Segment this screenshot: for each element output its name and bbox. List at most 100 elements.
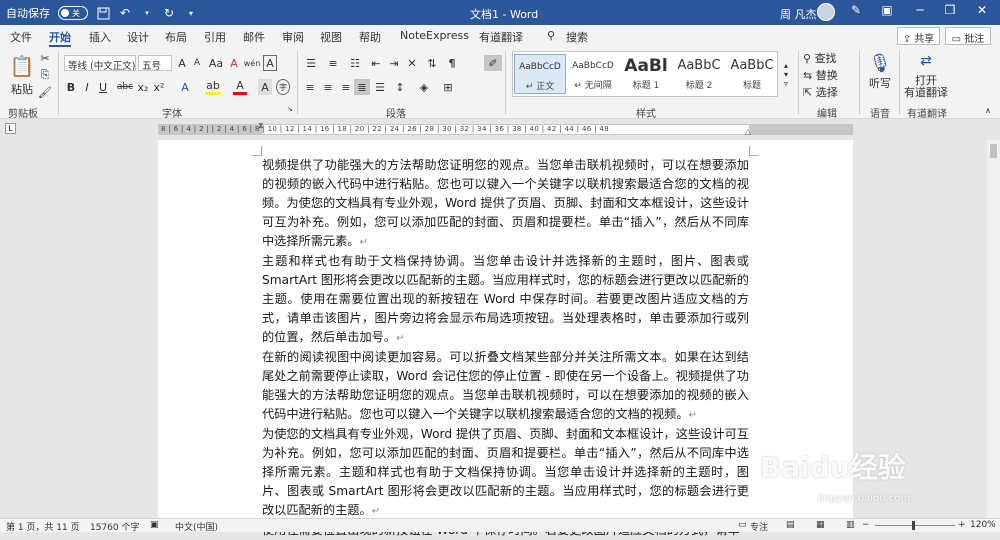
comment-button[interactable]: ▭ 批注 — [945, 27, 991, 45]
print-layout-icon[interactable]: ▦ — [816, 520, 825, 530]
align-center-icon[interactable]: ≡ — [320, 79, 336, 95]
decrease-indent-icon[interactable]: ⇤ — [368, 55, 384, 71]
tab-layout[interactable]: 布局 — [165, 29, 187, 45]
zoom-slider[interactable] — [875, 525, 955, 526]
shading-icon[interactable]: ◈ — [416, 79, 432, 95]
restore-icon[interactable]: ❐ — [940, 3, 960, 21]
text-effects-icon[interactable]: A — [178, 79, 192, 95]
tab-insert[interactable]: 插入 — [89, 29, 111, 45]
dictate-label[interactable]: 听写 — [865, 77, 895, 90]
zoom-out-icon[interactable]: − — [862, 520, 870, 530]
undo-icon[interactable]: ↶ — [118, 6, 132, 20]
style-no-spacing[interactable]: AaBbCcD ↵ 无间隔 — [567, 54, 619, 94]
ribbon-display-icon[interactable]: ▣ — [877, 3, 897, 21]
char-border-icon[interactable]: A — [263, 55, 277, 71]
close-icon[interactable]: ✕ — [972, 3, 992, 21]
tab-help[interactable]: 帮助 — [359, 29, 381, 45]
document-body[interactable]: 视频提供了功能强大的方法帮助您证明您的观点。当您单击联机视频时，可以在想要添加的… — [262, 156, 749, 540]
tab-youdao[interactable]: 有道翻译 — [479, 29, 523, 45]
align-right-icon[interactable]: ≡ — [338, 79, 354, 95]
redo-icon[interactable]: ↻ — [162, 6, 176, 20]
user-name[interactable]: 周 凡杰 — [780, 6, 817, 22]
share-button[interactable]: ⇪ 共享 — [897, 27, 940, 45]
focus-icon[interactable]: ▭ — [738, 520, 747, 530]
strikethrough-icon[interactable]: abc — [116, 79, 134, 95]
sort-icon[interactable]: ⇅ — [424, 55, 440, 71]
find-button[interactable]: ⚲ 查找 — [803, 51, 853, 66]
microphone-icon[interactable]: 🎙 — [869, 51, 892, 75]
paste-label[interactable]: 粘贴 — [10, 83, 34, 96]
horizontal-ruler[interactable]: 8 | 6 | 4 | 2 | | 2 | 4 | 6 | 8 | 10 | 1… — [158, 121, 853, 136]
chinese-layout-icon[interactable]: ✕ — [404, 55, 420, 71]
shrink-font-icon[interactable]: A — [190, 55, 204, 71]
align-left-icon[interactable]: ≡ — [302, 79, 318, 95]
bold-icon[interactable]: B — [64, 79, 78, 95]
avatar[interactable] — [817, 3, 835, 21]
paragraph[interactable]: 在新的阅读视图中阅读更加容易。可以折叠文档某些部分并关注所需文本。如果在达到结尾… — [262, 348, 749, 425]
replace-button[interactable]: ⇆ 替换 — [803, 68, 853, 83]
page-count[interactable]: 第 1 页，共 11 页 — [6, 520, 80, 533]
collapse-ribbon-icon[interactable]: ∧ — [983, 105, 993, 115]
zoom-slider-thumb[interactable] — [912, 521, 915, 530]
font-color-icon[interactable]: A — [233, 79, 247, 95]
document-page[interactable]: 视频提供了功能强大的方法帮助您证明您的观点。当您单击联机视频时，可以在想要添加的… — [158, 140, 853, 537]
zoom-level[interactable]: 120% — [970, 520, 996, 530]
distributed-icon[interactable]: ☰ — [372, 79, 388, 95]
vertical-scrollbar[interactable] — [987, 140, 1000, 518]
font-dialog-launcher-icon[interactable]: ↘ — [286, 105, 294, 113]
font-size-select[interactable]: 五号 — [138, 55, 172, 71]
tab-references[interactable]: 引用 — [204, 29, 226, 45]
clear-format-icon[interactable]: A — [227, 55, 241, 71]
styles-scroll-icon[interactable]: ▴ ▾ ▿ — [780, 51, 792, 97]
style-heading2[interactable]: AaBbC 标题 2 — [673, 54, 725, 94]
web-layout-icon[interactable]: ▥ — [846, 520, 855, 530]
tab-design[interactable]: 设计 — [127, 29, 149, 45]
paragraph[interactable]: 主题和样式也有助于文档保持协调。当您单击设计并选择新的主题时，图片、图表或 Sm… — [262, 252, 749, 348]
copy-icon[interactable]: ⎘ — [38, 68, 52, 82]
focus-label[interactable]: 专注 — [750, 520, 768, 533]
bullets-icon[interactable]: ☰ — [302, 55, 320, 71]
read-mode-icon[interactable]: ▤ — [786, 520, 795, 530]
proofing-icon[interactable]: ▣ — [150, 520, 159, 530]
line-spacing-icon[interactable]: ↕ — [392, 79, 408, 95]
italic-icon[interactable]: I — [80, 79, 94, 95]
superscript-icon[interactable]: x² — [152, 79, 166, 95]
tab-noteexpress[interactable]: NoteExpress — [400, 29, 469, 42]
autosave-toggle[interactable]: 关 — [58, 6, 88, 20]
tab-file[interactable]: 文件 — [10, 29, 32, 45]
tab-view[interactable]: 视图 — [320, 29, 342, 45]
increase-indent-icon[interactable]: ⇥ — [386, 55, 402, 71]
phonetic-guide-icon[interactable]: wén — [244, 55, 261, 71]
highlight-icon[interactable]: ab — [205, 79, 221, 95]
show-marks-icon[interactable]: ¶ — [444, 55, 460, 71]
search-icon[interactable]: ⚲ — [547, 29, 555, 42]
font-name-select[interactable]: 等线 (中文正文) — [64, 55, 136, 71]
tab-home[interactable]: 开始 — [49, 29, 71, 47]
style-heading1[interactable]: AaBl 标题 1 — [620, 54, 672, 94]
cut-icon[interactable]: ✂ — [38, 51, 52, 65]
indent-marker-icon[interactable]: ⧗ — [258, 121, 264, 131]
underline-icon[interactable]: U — [96, 79, 110, 95]
tab-selector-icon[interactable]: L — [5, 123, 16, 134]
tab-mailings[interactable]: 邮件 — [243, 29, 265, 45]
format-painter-icon[interactable]: 🖌 — [38, 85, 52, 99]
borders-icon[interactable]: ⊞ — [440, 79, 456, 95]
numbering-icon[interactable]: ≡ — [324, 55, 342, 71]
enclose-chars-icon[interactable]: 字 — [276, 79, 290, 95]
language-indicator[interactable]: 中文(中国) — [175, 520, 218, 533]
word-count[interactable]: 15760 个字 — [90, 520, 140, 533]
translate-icon[interactable]: ⇄ — [915, 51, 937, 71]
style-normal[interactable]: AaBbCcD ↵ 正文 — [514, 54, 566, 94]
multilevel-list-icon[interactable]: ☷ — [346, 55, 364, 71]
grow-font-icon[interactable]: A — [175, 55, 189, 71]
subscript-icon[interactable]: x₂ — [136, 79, 150, 95]
youdao-open-label[interactable]: 有道翻译 — [904, 86, 948, 99]
right-indent-icon[interactable]: △ — [745, 127, 751, 136]
change-case-icon[interactable]: Aa — [207, 55, 225, 71]
search-box[interactable]: 搜索 — [566, 29, 588, 45]
justify-icon[interactable]: ≣ — [354, 79, 370, 95]
minimize-icon[interactable]: ─ — [910, 3, 930, 21]
undo-dropdown-icon[interactable]: ▾ — [140, 6, 154, 20]
style-title[interactable]: AaBbC 标题 — [726, 54, 778, 94]
select-button[interactable]: ⇱ 选择 — [803, 85, 853, 100]
